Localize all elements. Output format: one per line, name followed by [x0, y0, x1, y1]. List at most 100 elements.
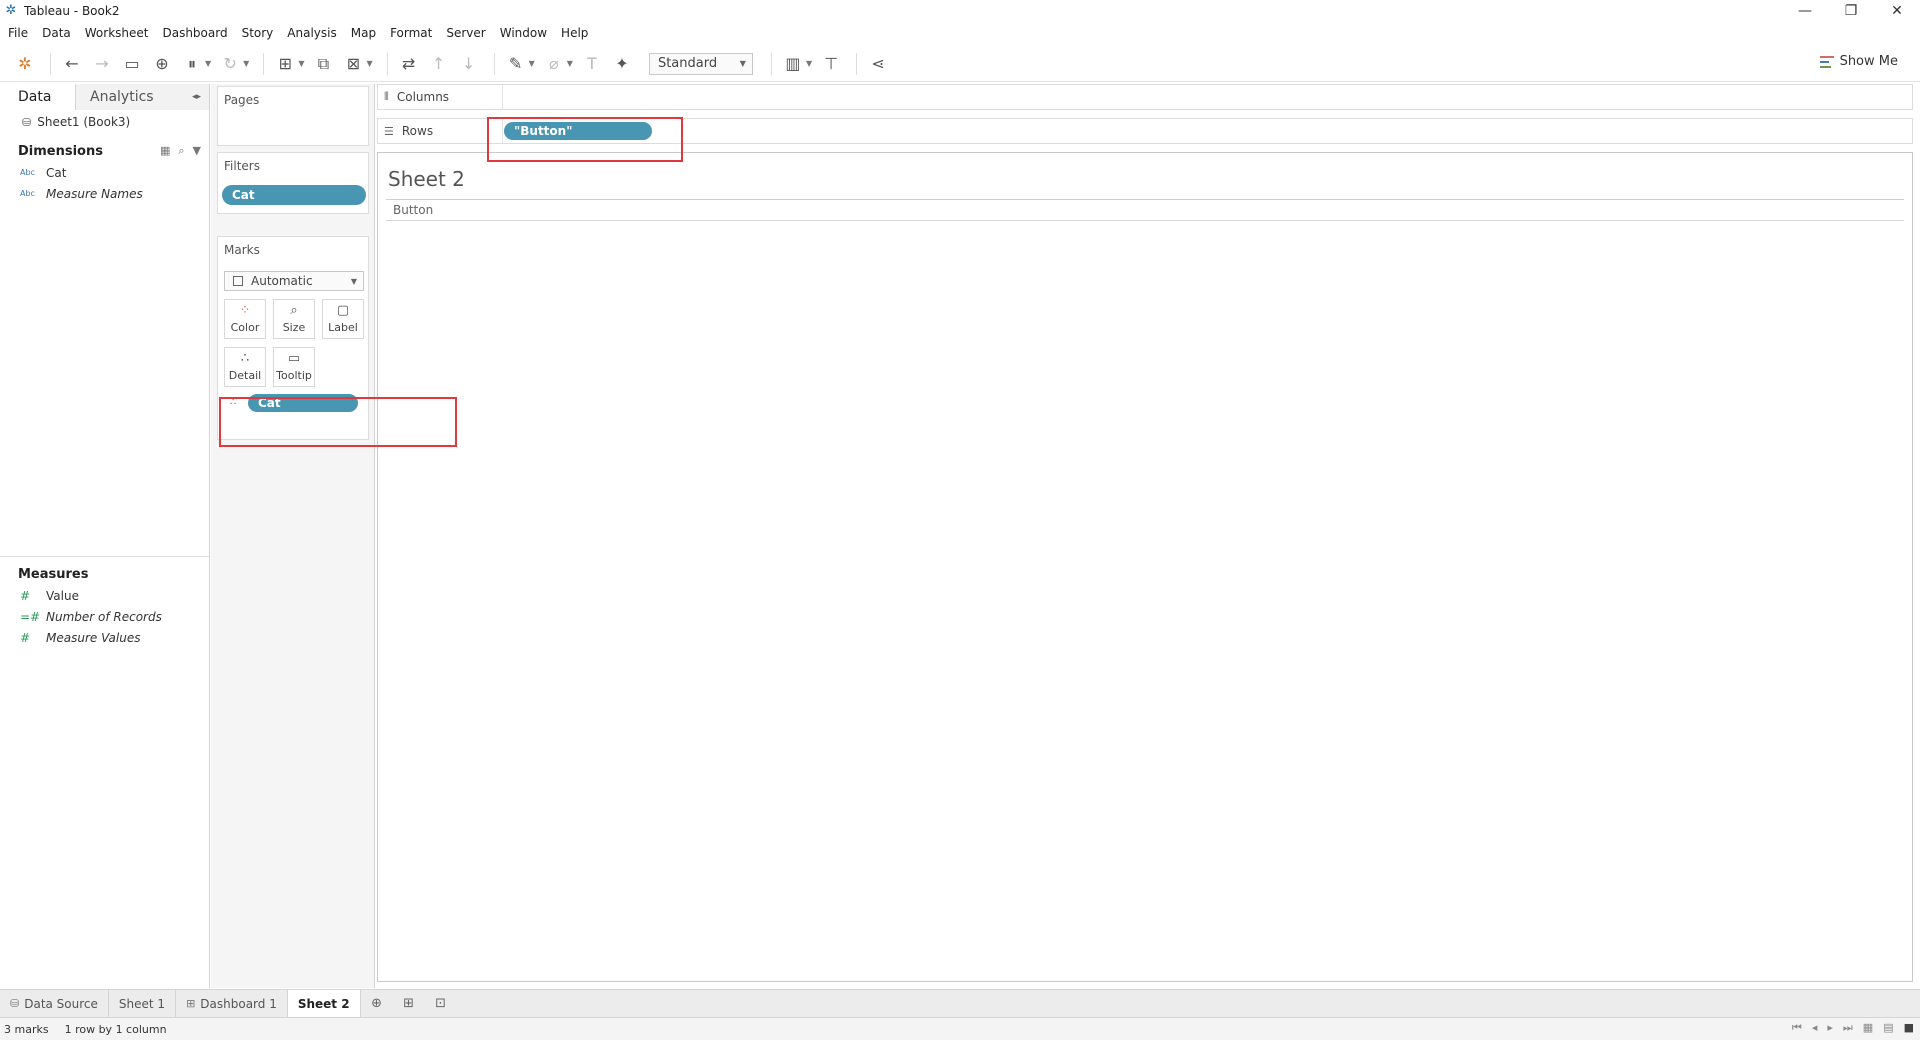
filters-card[interactable]: Filters Cat	[217, 152, 369, 214]
group-members-icon[interactable]: ⌀	[541, 51, 567, 77]
field-name: Measure Values	[46, 630, 141, 645]
menu-map[interactable]: Map	[351, 26, 376, 40]
filters-label: Filters	[224, 159, 260, 173]
menu-help[interactable]: Help	[561, 26, 588, 40]
measure-field-value[interactable]: # Value	[0, 585, 209, 606]
menu-analysis[interactable]: Analysis	[287, 26, 336, 40]
pages-card[interactable]: Pages	[217, 86, 369, 146]
fit-dropdown[interactable]: Standard ▼	[648, 52, 753, 75]
detail-button[interactable]: ∴ Detail	[224, 347, 266, 387]
data-source-item[interactable]: ⛁ Sheet1 (Book3)	[0, 110, 209, 134]
highlight-icon[interactable]: ✎	[503, 51, 529, 77]
menu-dashboard[interactable]: Dashboard	[162, 26, 227, 40]
pause-updates-icon[interactable]: ⏸	[179, 51, 205, 77]
number-type-icon: #	[20, 588, 31, 603]
color-button[interactable]: ⁘ Color	[224, 299, 266, 339]
sort-ascending-icon[interactable]: ↑	[426, 51, 452, 77]
show-me-icon	[1819, 55, 1834, 68]
tooltip-button[interactable]: ▭ Tooltip	[273, 347, 315, 387]
chevron-down-icon[interactable]: ▼	[193, 144, 201, 158]
chevron-down-icon[interactable]: ▼	[366, 59, 372, 68]
chevron-down-icon[interactable]: ▼	[243, 59, 249, 68]
menu-window[interactable]: Window	[500, 26, 547, 40]
sheet-sorter-icon[interactable]: ▦	[1863, 1021, 1873, 1035]
menu-format[interactable]: Format	[390, 26, 432, 40]
fit-value: Standard	[657, 56, 718, 71]
sort-descending-icon[interactable]: ↓	[456, 51, 482, 77]
show-me-button[interactable]: Show Me	[1819, 54, 1898, 69]
new-worksheet-tab-icon[interactable]: ⊕	[361, 990, 393, 1017]
columns-shelf[interactable]: ⦀ Columns	[377, 84, 1913, 110]
duplicate-sheet-icon[interactable]: ⧉	[310, 51, 336, 77]
marks-label: Marks	[224, 243, 260, 257]
tab-sheet-2[interactable]: Sheet 2	[287, 990, 361, 1017]
menu-server[interactable]: Server	[446, 26, 485, 40]
fix-axes-icon[interactable]: ✦	[609, 51, 635, 77]
last-sheet-icon[interactable]: ⏭	[1843, 1021, 1853, 1035]
undo-icon[interactable]: ←	[59, 51, 85, 77]
dimension-field-measure-names[interactable]: Abc Measure Names	[0, 183, 209, 204]
tab-data-source[interactable]: ⛁ Data Source	[0, 990, 109, 1017]
tabs-view-icon[interactable]: ■	[1904, 1021, 1914, 1035]
previous-sheet-icon[interactable]: ◂	[1812, 1021, 1818, 1035]
chevron-down-icon[interactable]: ▼	[529, 59, 535, 68]
next-sheet-icon[interactable]: ▸	[1827, 1021, 1833, 1035]
toolbar-separator	[50, 52, 51, 75]
menu-story[interactable]: Story	[242, 26, 274, 40]
menu-data[interactable]: Data	[42, 26, 71, 40]
toolbar-separator	[770, 52, 772, 75]
filter-pill-cat[interactable]: Cat	[222, 185, 366, 205]
sheet-title[interactable]: Sheet 2	[388, 167, 465, 191]
chevron-down-icon[interactable]: ▼	[298, 59, 304, 68]
tab-sheet-2-label: Sheet 2	[297, 996, 350, 1011]
mark-type-dropdown[interactable]: Automatic ▼	[224, 271, 364, 291]
clear-sheet-icon[interactable]: ⊠	[340, 51, 366, 77]
share-icon[interactable]: ⋖	[865, 51, 891, 77]
show-mark-labels-icon[interactable]: T	[579, 51, 605, 77]
data-pane: Data Analytics ◂▸ ⛁ Sheet1 (Book3) Dimen…	[0, 84, 210, 988]
new-dashboard-tab-icon[interactable]: ⊞	[393, 990, 425, 1017]
chevron-down-icon[interactable]: ▼	[806, 59, 812, 68]
first-sheet-icon[interactable]: ⏮	[1792, 1021, 1802, 1035]
tab-analytics[interactable]: Analytics ◂▸	[76, 84, 209, 110]
tooltip-icon: ▭	[287, 351, 301, 366]
tab-dashboard-1[interactable]: ⊞ Dashboard 1	[176, 990, 288, 1017]
minimize-button[interactable]: —	[1782, 0, 1828, 22]
show-cards-icon[interactable]: ▥	[780, 51, 806, 77]
chevron-down-icon[interactable]: ▼	[567, 59, 573, 68]
menu-file[interactable]: File	[8, 26, 28, 40]
label-button[interactable]: ▢ Label	[322, 299, 364, 339]
new-story-tab-icon[interactable]: ⊡	[425, 990, 457, 1017]
size-button[interactable]: ⌕ Size	[273, 299, 315, 339]
title-divider	[386, 199, 1904, 200]
menu-worksheet[interactable]: Worksheet	[85, 26, 149, 40]
save-icon[interactable]: ▭	[119, 51, 145, 77]
pages-label: Pages	[224, 93, 260, 107]
label-label: Label	[328, 321, 358, 334]
view-data-icon[interactable]: ▦	[160, 144, 170, 158]
measure-field-measure-values[interactable]: # Measure Values	[0, 627, 209, 648]
collapse-pane-icon[interactable]: ◂▸	[192, 92, 201, 102]
chevron-down-icon[interactable]: ▼	[205, 59, 211, 68]
search-icon[interactable]: ⌕	[178, 144, 184, 158]
rows-icon: ☰	[384, 124, 394, 138]
new-data-source-icon[interactable]: ⊕	[149, 51, 175, 77]
worksheet-canvas[interactable]: Sheet 2 Button	[377, 152, 1913, 982]
filmstrip-icon[interactable]: ▤	[1883, 1021, 1893, 1035]
dimension-field-cat[interactable]: Abc Cat	[0, 162, 209, 183]
color-icon: ⁘	[239, 303, 251, 318]
tableau-start-icon[interactable]: ✲	[12, 51, 38, 77]
tab-data[interactable]: Data	[0, 84, 76, 110]
size-icon: ⌕	[290, 303, 298, 318]
mark-type-value: Automatic	[251, 274, 313, 288]
redo-icon[interactable]: →	[89, 51, 115, 77]
presentation-mode-icon[interactable]: ⊤	[818, 51, 844, 77]
restore-button[interactable]: ❐	[1828, 0, 1874, 22]
measure-field-number-of-records[interactable]: =# Number of Records	[0, 606, 209, 627]
tab-sheet-1[interactable]: Sheet 1	[109, 990, 177, 1017]
close-button[interactable]: ✕	[1874, 0, 1920, 22]
new-worksheet-icon[interactable]: ⊞	[272, 51, 298, 77]
row-header-button[interactable]: Button	[393, 203, 433, 217]
swap-rows-columns-icon[interactable]: ⇄	[396, 51, 422, 77]
refresh-icon[interactable]: ↻	[217, 51, 243, 77]
